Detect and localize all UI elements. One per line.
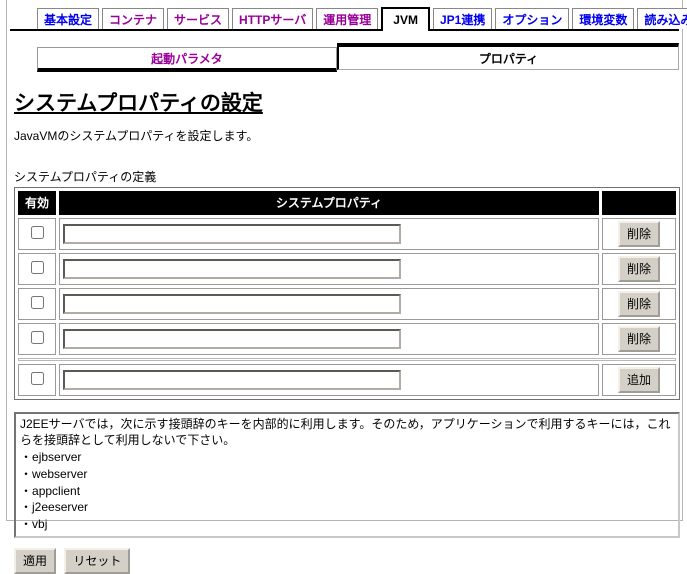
table-header-row: 有効 システムプロパティ (18, 191, 676, 215)
column-header-action (602, 191, 676, 215)
apply-button[interactable]: 適用 (14, 548, 57, 574)
table-row: 削除 (18, 323, 676, 355)
property-input[interactable] (63, 370, 401, 390)
notice-item: ・j2eeserver (20, 500, 89, 515)
table-separator-row (18, 358, 676, 361)
subtab-startup-params[interactable]: 起動パラメタ (37, 47, 337, 72)
system-property-table: 有効 システムプロパティ 削除 削除 削除 削除 追加 (14, 187, 680, 400)
property-input[interactable] (63, 259, 401, 279)
delete-button[interactable]: 削除 (617, 256, 660, 282)
property-input[interactable] (63, 329, 401, 349)
table-row: 削除 (18, 218, 676, 250)
tab-load[interactable]: 読み込み (637, 8, 687, 29)
content-frame: 基本設定 コンテナ サービス HTTPサーバ 運用管理 JVM JP1連携 オプ… (6, 0, 687, 574)
notice-item: ・ejbserver (20, 449, 82, 464)
separator (18, 358, 676, 361)
tab-basic-settings[interactable]: 基本設定 (37, 8, 100, 29)
tab-jp1-link[interactable]: JP1連携 (432, 8, 493, 29)
column-header-enabled: 有効 (18, 191, 56, 215)
notice-item: ・vbj (20, 517, 48, 532)
delete-button[interactable]: 削除 (617, 326, 660, 352)
tab-http-server[interactable]: HTTPサーバ (232, 8, 314, 29)
bullet-glyph: ・ (20, 466, 33, 481)
table-row: 削除 (18, 288, 676, 320)
tab-env-vars[interactable]: 環境変数 (572, 8, 635, 29)
add-button[interactable]: 追加 (617, 367, 660, 393)
table-row-add: 追加 (18, 364, 676, 396)
row-enabled-checkbox[interactable] (30, 372, 44, 385)
tab-container[interactable]: コンテナ (102, 8, 165, 29)
tab-service[interactable]: サービス (167, 8, 230, 29)
delete-button[interactable]: 削除 (617, 221, 660, 247)
page-title: システムプロパティの設定 (14, 92, 263, 115)
bullet-glyph: ・ (20, 517, 33, 532)
section-label: システムプロパティの定義 (14, 170, 157, 184)
notice-box: J2EEサーバでは，次に示す接頭辞のキーを内部的に利用します。そのため，アプリケ… (14, 412, 680, 539)
property-input[interactable] (63, 294, 401, 314)
footer-actions: 適用 リセット (14, 548, 679, 574)
notice-text: J2EEサーバでは，次に示す接頭辞のキーを内部的に利用します。そのため，アプリケ… (20, 417, 671, 447)
table-row: 削除 (18, 253, 676, 285)
row-enabled-checkbox[interactable] (30, 261, 44, 274)
notice-item: ・webserver (20, 466, 88, 481)
bullet-glyph: ・ (20, 500, 33, 515)
sub-tab-bar: 起動パラメタ プロパティ (10, 43, 679, 72)
bullet-glyph: ・ (20, 483, 33, 498)
notice-item: ・appclient (20, 483, 81, 498)
subtab-properties[interactable]: プロパティ (337, 43, 679, 70)
delete-button[interactable]: 削除 (617, 291, 660, 317)
tab-options[interactable]: オプション (495, 8, 570, 29)
row-enabled-checkbox[interactable] (30, 296, 44, 309)
row-enabled-checkbox[interactable] (30, 226, 44, 239)
column-header-property: システムプロパティ (59, 191, 599, 215)
property-input[interactable] (63, 224, 401, 244)
tab-operation-mgmt[interactable]: 運用管理 (316, 8, 379, 29)
tab-jvm[interactable]: JVM (381, 7, 430, 31)
page-description: JavaVMのシステムプロパティを設定します。 (14, 129, 259, 143)
main-tab-bar: 基本設定 コンテナ サービス HTTPサーバ 運用管理 JVM JP1連携 オプ… (10, 7, 687, 31)
reset-button[interactable]: リセット (64, 548, 131, 574)
bullet-glyph: ・ (20, 449, 33, 464)
row-enabled-checkbox[interactable] (30, 331, 44, 344)
